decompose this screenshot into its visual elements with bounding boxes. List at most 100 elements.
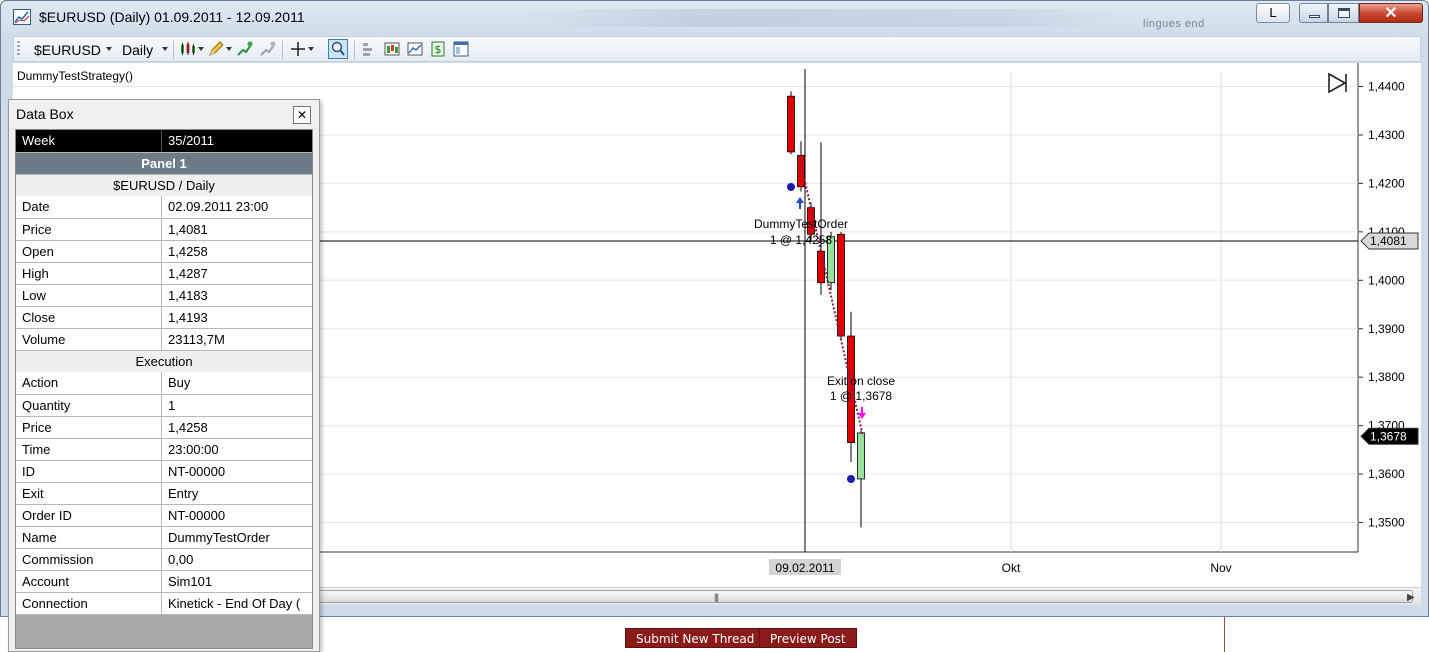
data-box-row: Quantity 1 (16, 394, 312, 416)
data-box-row: Time 23:00:00 (16, 438, 312, 460)
row-value: Sim101 (168, 574, 213, 589)
row-key: Close (16, 307, 162, 328)
row-value: 02.09.2011 23:00 (168, 199, 269, 214)
y-tick-label: 1,4200 (1368, 176, 1405, 190)
y-tick-label: 1,3900 (1368, 322, 1405, 336)
row-value: 1,4287 (168, 266, 208, 281)
row-value: 1,4081 (168, 222, 208, 237)
row-key: Connection (16, 593, 162, 614)
row-key: Low (16, 285, 162, 306)
data-box-row: Exit Entry (16, 482, 312, 504)
candle-body (817, 250, 825, 284)
data-box-row: Order ID NT-00000 (16, 504, 312, 526)
buy-arrow-icon (796, 197, 804, 209)
y-tick-label: 1,4000 (1368, 273, 1405, 287)
submit-new-thread-button[interactable]: Submit New Thread (625, 628, 766, 648)
data-box-row: Connection Kinetick - End Of Day ( (16, 592, 312, 614)
data-box-table: Week 35/2011 Panel 1 $EURUSD / Daily Dat… (15, 129, 313, 649)
entry-price-label: 1 @ 1,4258 (770, 233, 833, 247)
row-key: Price (16, 417, 162, 438)
row-value: 0,00 (168, 552, 194, 567)
row-key: Open (16, 241, 162, 262)
row-key: Commission (16, 549, 162, 570)
y-tick-label: 1,3800 (1368, 370, 1405, 384)
data-box-empty-area (16, 614, 312, 648)
y-tick-label: 1,3600 (1368, 467, 1405, 481)
scroll-to-end-glyph (1328, 72, 1347, 94)
entry-dot-marker (787, 183, 795, 191)
panel-label: Panel 1 (141, 156, 187, 171)
row-key: ID (16, 461, 162, 482)
data-box-close-button[interactable]: ✕ (293, 106, 311, 124)
exit-price-label: 1 @ 1,3678 (830, 389, 893, 403)
candle-body (857, 432, 865, 480)
exit-order-label: Exit on close (827, 374, 895, 388)
data-box-row: Price 1,4258 (16, 416, 312, 438)
row-key: Action (16, 372, 162, 393)
x-label-nov: Nov (1210, 561, 1231, 575)
row-key: Quantity (16, 395, 162, 416)
row-value: 23:00:00 (168, 442, 219, 457)
data-box-row: Date 02.09.2011 23:00 (16, 196, 312, 218)
data-box-window[interactable]: Data Box ✕ Week 35/2011 Panel 1 $EURUSD … (8, 99, 320, 652)
scroll-right-icon[interactable]: ▶ (1407, 592, 1415, 603)
data-box-row: ID NT-00000 (16, 460, 312, 482)
row-value: 1,4258 (168, 244, 208, 259)
data-box-row: Close 1,4193 (16, 306, 312, 328)
row-value: 23113,7M (168, 332, 225, 347)
row-value: Entry (168, 486, 199, 501)
data-box-row: Account Sim101 (16, 570, 312, 592)
row-key: Price (16, 219, 162, 240)
entry-order-label: DummyTestOrder (754, 217, 848, 231)
row-value: DummyTestOrder (168, 530, 270, 545)
row-value: Kinetick - End Of Day ( (168, 596, 301, 611)
row-key: Time (16, 439, 162, 460)
series-label: $EURUSD / Daily (113, 178, 215, 193)
row-value: Buy (168, 375, 191, 390)
data-box-title: Data Box (16, 106, 74, 122)
row-key: Exit (16, 483, 162, 504)
y-tick-label: 1,4400 (1368, 80, 1405, 94)
panel-header: Panel 1 (16, 152, 312, 174)
data-box-row: High 1,4287 (16, 262, 312, 284)
scrollbar-grip-icon: ||| (714, 592, 719, 602)
row-key: Account (16, 571, 162, 592)
crosshair-price-tag: 1,4081 (1370, 234, 1407, 248)
execution-header: Execution (16, 350, 312, 372)
row-value: 1,4183 (168, 288, 208, 303)
row-key: Date (16, 196, 162, 217)
data-box-row: Action Buy (16, 372, 312, 394)
row-value: 1 (168, 398, 176, 413)
row-key: Name (16, 527, 162, 548)
y-tick-label: 1,4300 (1368, 128, 1405, 142)
row-value: 1,4258 (168, 420, 208, 435)
series-header: $EURUSD / Daily (16, 174, 312, 196)
candle-body (837, 233, 845, 337)
row-key: Volume (16, 329, 162, 350)
last-price-tag: 1,3678 (1370, 429, 1407, 443)
row-value: NT-00000 (168, 464, 226, 479)
data-box-row: Name DummyTestOrder (16, 526, 312, 548)
row-value: 1,4193 (168, 310, 208, 325)
row-key: Order ID (16, 505, 162, 526)
week-row: Week 35/2011 (16, 130, 312, 152)
strategy-label: DummyTestStrategy() (17, 69, 134, 83)
week-value: 35/2011 (168, 133, 215, 148)
data-box-row: Commission 0,00 (16, 548, 312, 570)
preview-post-button[interactable]: Preview Post (759, 628, 857, 648)
week-label: Week (16, 130, 162, 151)
scroll-to-end-icon[interactable] (1328, 72, 1347, 94)
data-box-row: Volume 23113,7M (16, 328, 312, 350)
scrollbar-thumb[interactable]: ||| (313, 590, 1413, 603)
exit-dot-marker (847, 475, 855, 483)
x-label-okt: Okt (1002, 561, 1021, 575)
y-tick-label: 1,3500 (1368, 516, 1405, 530)
forum-divider (1224, 617, 1225, 652)
data-box-row: Low 1,4183 (16, 284, 312, 306)
row-key: High (16, 263, 162, 284)
execution-label: Execution (135, 354, 193, 369)
data-box-row: Open 1,4258 (16, 240, 312, 262)
close-icon: ✕ (296, 108, 308, 122)
row-value: NT-00000 (168, 508, 226, 523)
cursor-date-label: 09.02.2011 (775, 561, 834, 575)
